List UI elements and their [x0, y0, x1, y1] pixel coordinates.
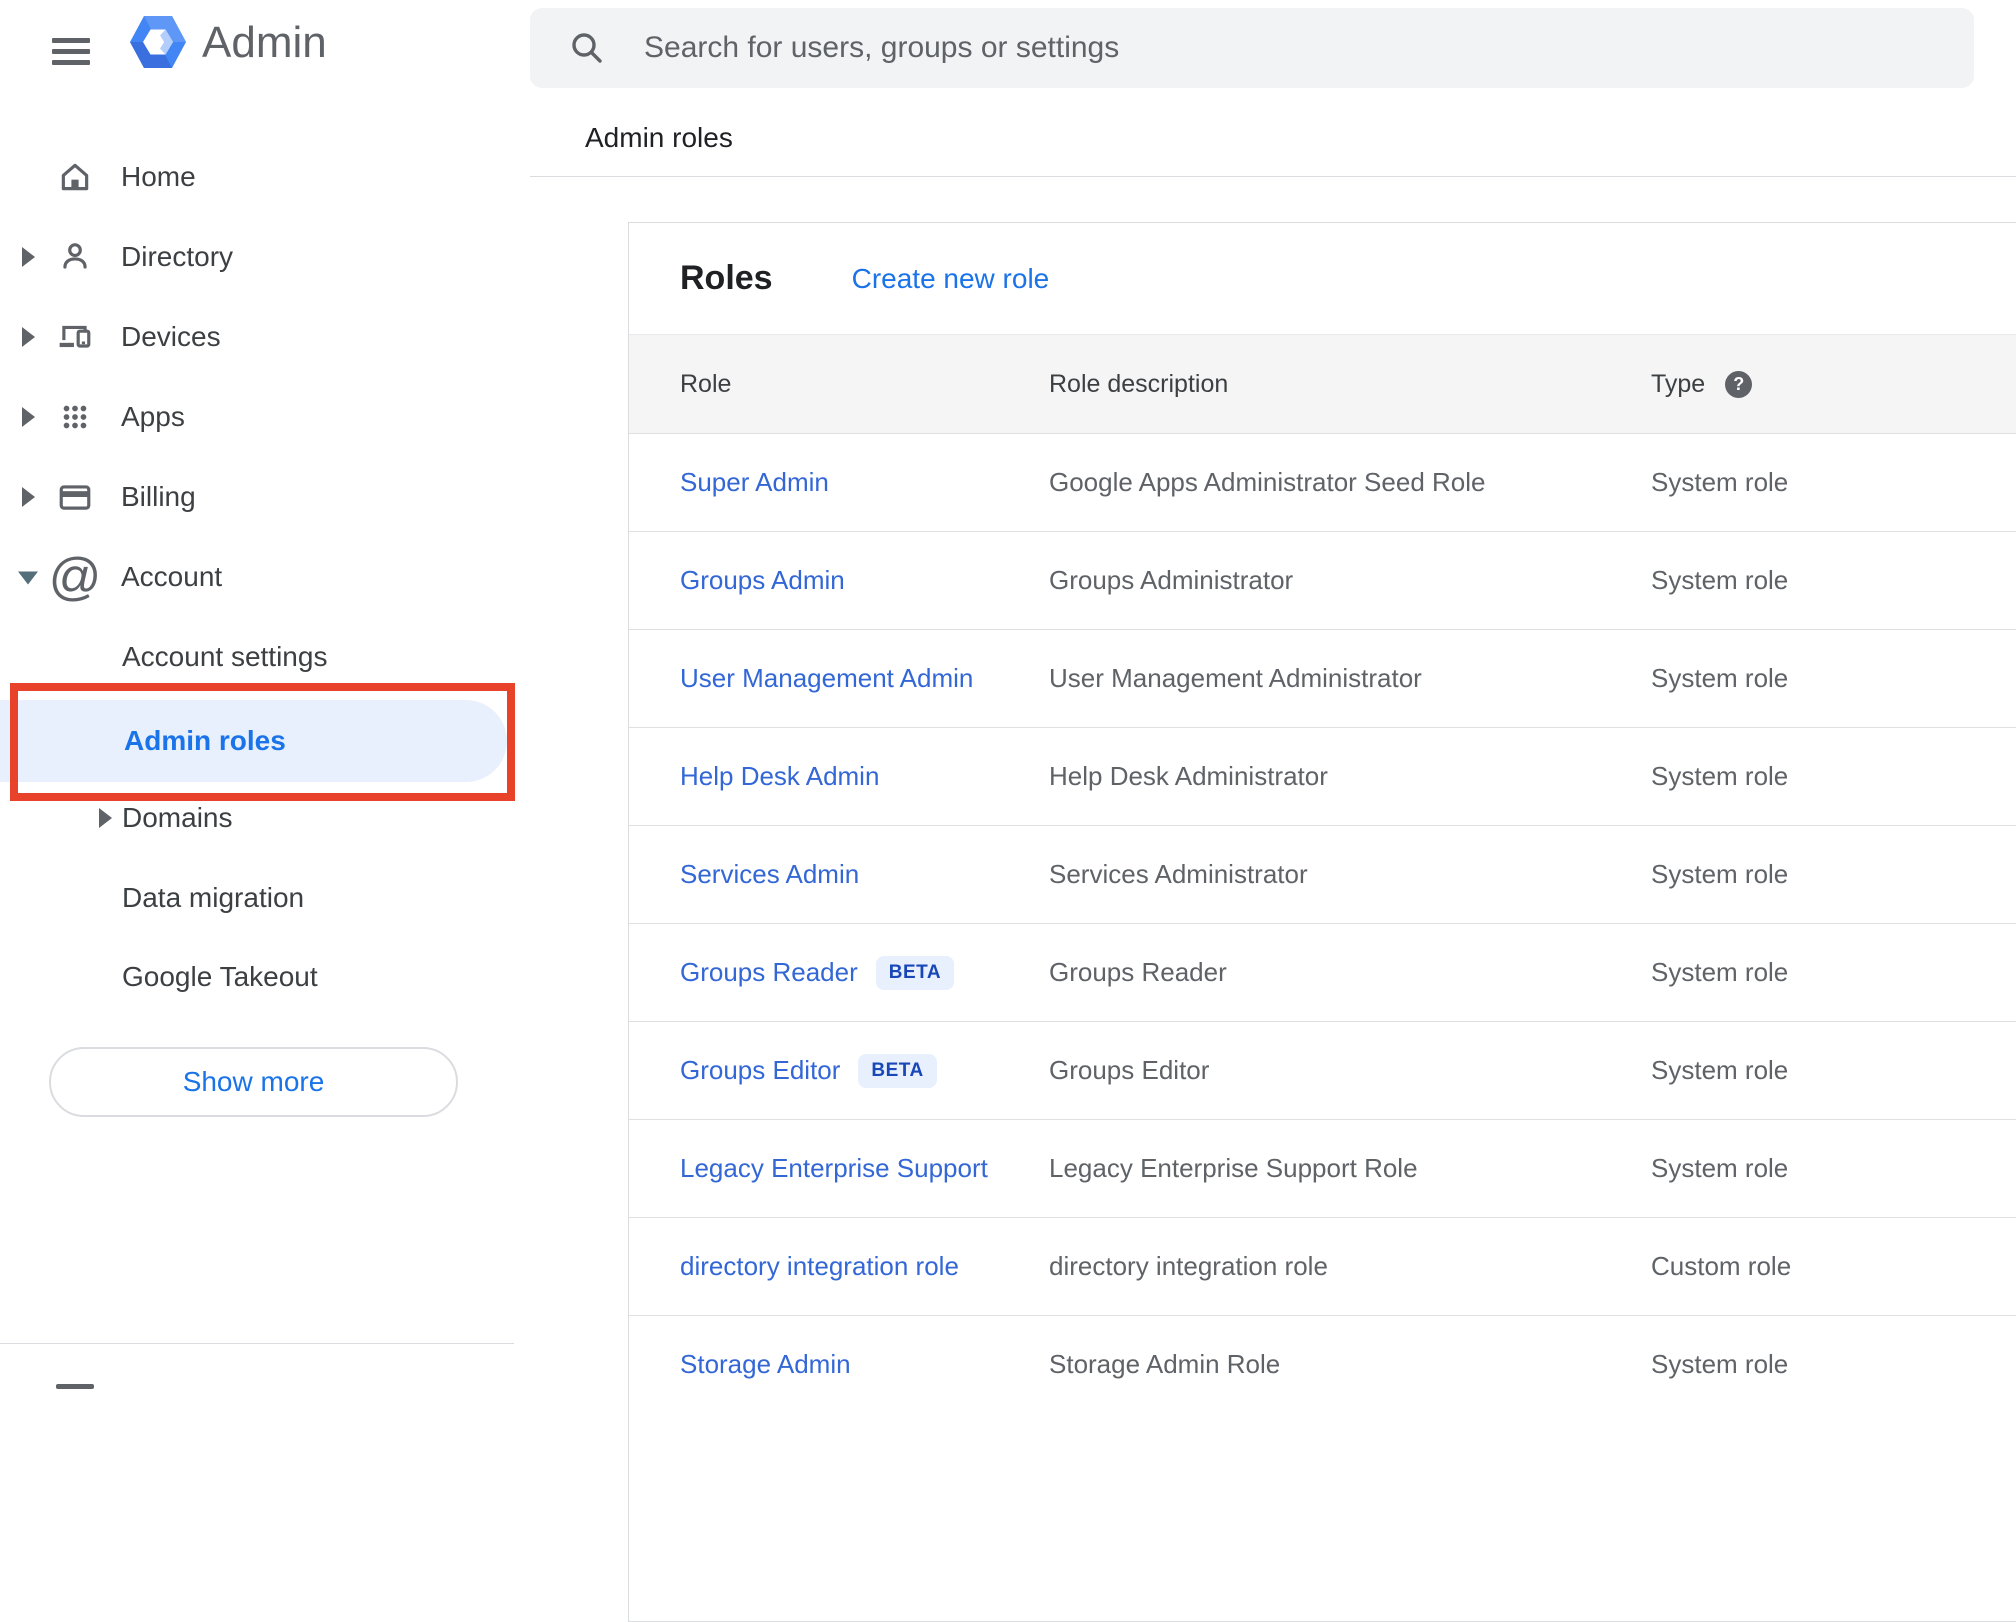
sidebar-item-label: Apps — [121, 401, 185, 432]
column-header-role: Role — [680, 369, 732, 398]
create-new-role-link[interactable]: Create new role — [852, 263, 1050, 295]
table-row: directory integration role directory int… — [629, 1217, 2016, 1315]
expander-right-icon[interactable] — [99, 808, 112, 828]
hamburger-menu-icon[interactable] — [52, 29, 90, 73]
show-more-label: Show more — [182, 1066, 325, 1097]
sidebar: Admin Home Directory Devices Apps Billin… — [0, 0, 515, 1396]
role-description: Help Desk Administrator — [1049, 761, 1328, 791]
role-link[interactable]: Groups Reader — [680, 957, 858, 988]
panel-title: Roles — [680, 259, 773, 297]
roles-panel-header: Roles Create new role — [629, 223, 2016, 334]
role-type: System role — [1651, 1349, 1789, 1379]
apps-grid-icon — [56, 398, 94, 436]
breadcrumb: Admin roles — [585, 122, 733, 153]
expander-down-icon[interactable] — [18, 571, 38, 585]
person-icon — [56, 238, 94, 276]
help-icon[interactable]: ? — [1725, 370, 1753, 398]
role-type: System role — [1651, 565, 1789, 595]
search-bar[interactable] — [530, 8, 1974, 88]
table-row: Groups Editor BETA Groups Editor System … — [629, 1021, 2016, 1119]
sidebar-item-google-takeout[interactable]: Google Takeout — [0, 937, 514, 1017]
sidebar-item-label: Billing — [121, 481, 196, 512]
sidebar-item-label: Devices — [121, 321, 221, 352]
role-type: System role — [1651, 761, 1789, 791]
sidebar-item-account-settings[interactable]: Account settings — [0, 617, 514, 697]
role-link[interactable]: Help Desk Admin — [680, 761, 879, 792]
table-row: Services Admin Services Administrator Sy… — [629, 825, 2016, 923]
table-row: Super Admin Google Apps Administrator Se… — [629, 433, 2016, 531]
sidebar-item-devices[interactable]: Devices — [0, 297, 514, 377]
sidebar-item-label: Account settings — [122, 641, 328, 672]
role-link[interactable]: Super Admin — [680, 467, 829, 498]
role-type: System role — [1651, 1153, 1789, 1183]
role-description: Legacy Enterprise Support Role — [1049, 1153, 1418, 1183]
search-icon — [572, 33, 602, 63]
admin-logo-icon — [129, 15, 187, 74]
sidebar-item-domains[interactable]: Domains — [0, 778, 514, 858]
show-more-button[interactable]: Show more — [49, 1047, 458, 1117]
role-type: Custom role — [1651, 1251, 1792, 1281]
role-description: Groups Administrator — [1049, 565, 1294, 595]
role-type: System role — [1651, 1055, 1789, 1085]
table-row: Storage Admin Storage Admin Role System … — [629, 1315, 2016, 1413]
devices-icon — [56, 318, 94, 356]
role-description: Google Apps Administrator Seed Role — [1049, 467, 1486, 497]
role-type: System role — [1651, 467, 1789, 497]
role-description: User Management Administrator — [1049, 663, 1422, 693]
expander-right-icon[interactable] — [22, 327, 35, 347]
role-description: directory integration role — [1049, 1251, 1328, 1281]
expander-right-icon[interactable] — [22, 487, 35, 507]
role-description: Storage Admin Role — [1049, 1349, 1281, 1379]
app-title: Admin — [202, 18, 327, 67]
role-link[interactable]: User Management Admin — [680, 663, 973, 694]
at-sign-icon: @ — [48, 548, 102, 606]
expander-right-icon[interactable] — [22, 407, 35, 427]
sidebar-item-label: Home — [121, 161, 196, 192]
sidebar-item-admin-roles[interactable]: Admin roles — [0, 700, 507, 782]
sidebar-item-label: Admin roles — [124, 725, 286, 756]
sidebar-item-label: Google Takeout — [122, 961, 318, 992]
role-type: System role — [1651, 957, 1789, 987]
sidebar-item-label: Data migration — [122, 882, 305, 913]
sidebar-item-label: Account — [121, 561, 223, 592]
sidebar-item-apps[interactable]: Apps — [0, 377, 514, 457]
divider — [530, 176, 2016, 177]
sidebar-item-label: Domains — [122, 802, 233, 833]
table-row: Help Desk Admin Help Desk Administrator … — [629, 727, 2016, 825]
role-link[interactable]: Groups Admin — [680, 565, 845, 596]
role-type: System role — [1651, 663, 1789, 693]
home-icon — [56, 158, 94, 196]
role-link[interactable]: Groups Editor — [680, 1055, 840, 1086]
role-link[interactable]: Services Admin — [680, 859, 859, 890]
column-header-description: Role description — [1049, 369, 1229, 398]
role-link[interactable]: Storage Admin — [680, 1349, 851, 1380]
sidebar-item-label: Directory — [121, 241, 234, 272]
role-description: Groups Reader — [1049, 957, 1227, 987]
partial-bottom-icon — [56, 1384, 94, 1389]
main-content: Admin roles Roles Create new role Role R… — [514, 0, 2016, 1622]
column-header-type: Type — [1651, 369, 1706, 398]
sidebar-item-home[interactable]: Home — [0, 137, 514, 217]
search-input[interactable] — [644, 31, 1936, 65]
sidebar-item-data-migration[interactable]: Data migration — [0, 858, 514, 938]
role-type: System role — [1651, 859, 1789, 889]
role-link[interactable]: directory integration role — [680, 1251, 959, 1282]
role-description: Groups Editor — [1049, 1055, 1210, 1085]
table-row: Groups Reader BETA Groups Reader System … — [629, 923, 2016, 1021]
sidebar-item-billing[interactable]: Billing — [0, 457, 514, 537]
role-link[interactable]: Legacy Enterprise Support — [680, 1153, 988, 1184]
sidebar-item-directory[interactable]: Directory — [0, 217, 514, 297]
table-header-row: Role Role description Type ? — [629, 334, 2016, 433]
beta-badge: BETA — [875, 955, 955, 990]
credit-card-icon — [56, 478, 94, 516]
sidebar-item-account[interactable]: @ Account — [0, 537, 514, 617]
role-description: Services Administrator — [1049, 859, 1308, 889]
beta-badge: BETA — [858, 1053, 937, 1088]
sidebar-divider — [0, 1343, 514, 1344]
table-row: Legacy Enterprise Support Legacy Enterpr… — [629, 1119, 2016, 1217]
roles-panel: Roles Create new role Role Role descript… — [628, 222, 2016, 1622]
expander-right-icon[interactable] — [22, 247, 35, 267]
table-row: Groups Admin Groups Administrator System… — [629, 531, 2016, 629]
table-row: User Management Admin User Management Ad… — [629, 629, 2016, 727]
